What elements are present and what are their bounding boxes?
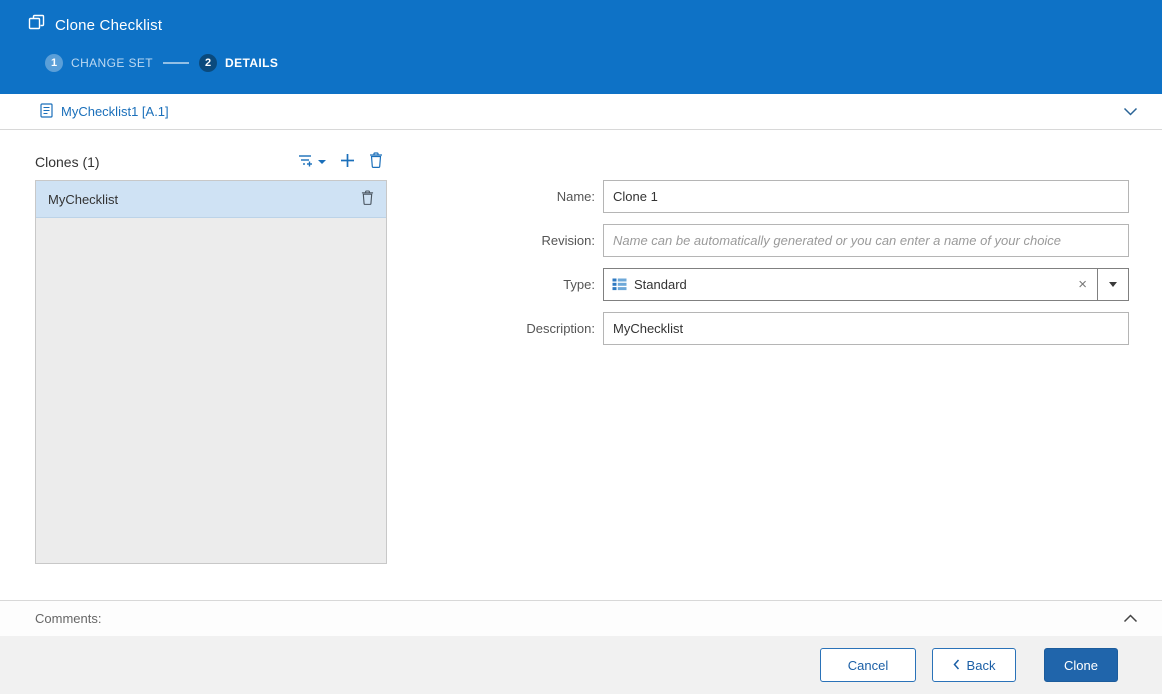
type-clear-button[interactable]: ×	[1068, 277, 1097, 292]
step-change-set[interactable]: 1 CHANGE SET	[45, 54, 153, 72]
chevron-up-icon[interactable]	[1123, 610, 1138, 628]
context-bar: MyChecklist1 [A.1]	[0, 94, 1162, 130]
revision-label: Revision:	[541, 233, 595, 248]
clones-panel-title: Clones (1)	[35, 154, 100, 170]
clones-list: MyChecklist	[35, 180, 387, 564]
chevron-left-icon	[953, 658, 960, 673]
trash-icon	[369, 152, 383, 171]
clone-icon	[28, 14, 45, 36]
trash-icon	[361, 190, 374, 208]
clone-item-name: MyChecklist	[48, 191, 119, 207]
step-1-label: CHANGE SET	[71, 56, 154, 70]
wizard-header: Clone Checklist 1 CHANGE SET 2 DETAILS	[0, 0, 1162, 94]
chevron-down-icon[interactable]	[1123, 103, 1138, 121]
filter-add-icon	[298, 153, 315, 171]
type-value: Standard	[634, 277, 687, 292]
name-input[interactable]	[603, 180, 1129, 213]
step-2-circle: 2	[199, 54, 218, 72]
revision-input[interactable]	[603, 224, 1129, 257]
clone-list-item[interactable]: MyChecklist	[36, 181, 386, 218]
step-1-circle: 1	[45, 54, 63, 72]
plus-icon	[340, 153, 355, 171]
context-item-label[interactable]: MyChecklist1 [A.1]	[61, 104, 169, 119]
cancel-button[interactable]: Cancel	[820, 648, 916, 682]
comments-section: Comments:	[0, 600, 1162, 636]
delete-clone-button[interactable]	[369, 152, 383, 171]
name-label: Name:	[556, 189, 595, 204]
type-table-icon	[612, 278, 627, 291]
main-content: Clones (1) MyChecklist Name: Clone 1 Rev…	[0, 130, 1162, 600]
step-separator	[163, 62, 190, 64]
details-form: Name: Revision: Type:	[387, 152, 1129, 600]
footer-actions: Cancel Back Clone	[0, 636, 1162, 694]
clone-button[interactable]: Clone	[1044, 648, 1118, 682]
type-dropdown-button[interactable]	[1097, 269, 1128, 300]
type-label: Type:	[563, 277, 595, 292]
delete-item-button[interactable]	[361, 190, 374, 208]
filter-dropdown-caret-icon	[318, 159, 326, 164]
comments-label: Comments:	[35, 611, 102, 626]
step-details[interactable]: 2 DETAILS	[199, 54, 278, 72]
add-clone-button[interactable]	[340, 153, 355, 171]
description-input[interactable]	[603, 312, 1129, 345]
type-combobox[interactable]: Standard ×	[603, 268, 1129, 301]
page-title: Clone Checklist	[55, 16, 163, 34]
clones-panel: Clones (1) MyChecklist	[35, 152, 387, 600]
checklist-icon	[40, 102, 53, 121]
back-button[interactable]: Back	[932, 648, 1016, 682]
back-button-label: Back	[966, 657, 996, 673]
filter-add-button[interactable]	[298, 153, 326, 171]
wizard-steps: 1 CHANGE SET 2 DETAILS	[45, 54, 1162, 72]
step-2-label: DETAILS	[225, 56, 279, 70]
chevron-down-icon	[1109, 282, 1117, 287]
description-label: Description:	[526, 321, 595, 336]
